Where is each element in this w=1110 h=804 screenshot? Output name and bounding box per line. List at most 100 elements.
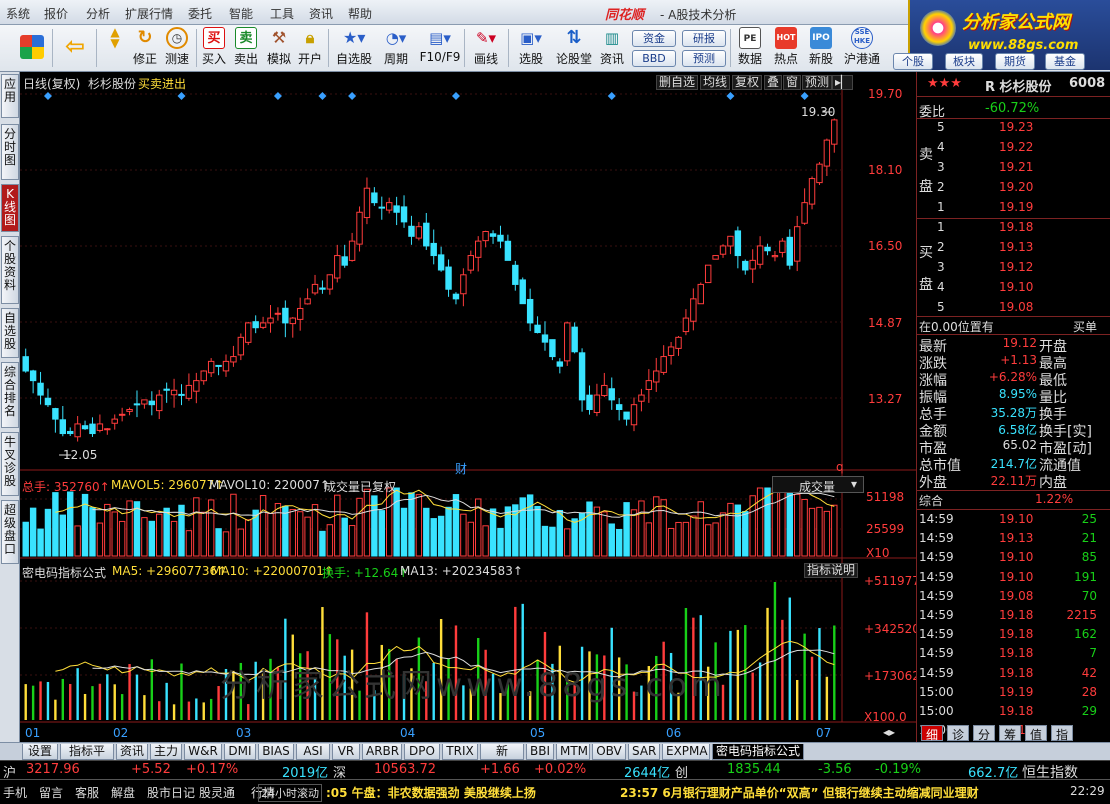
status-link[interactable]: 股灵通 bbox=[199, 784, 235, 801]
buy-level-price[interactable]: 19.12 bbox=[999, 260, 1033, 274]
menu-tools[interactable]: 工具 bbox=[270, 5, 294, 22]
updown-button[interactable]: ▲ ▼ bbox=[104, 26, 126, 70]
fund-flow-button[interactable]: 资金 bbox=[632, 30, 676, 47]
finance-marker[interactable]: 财 bbox=[455, 460, 467, 477]
forecast-button[interactable]: 预测 bbox=[682, 50, 726, 67]
buy-level-price[interactable]: 19.13 bbox=[999, 240, 1033, 254]
menu-ext-market[interactable]: 扩展行情 bbox=[125, 5, 173, 22]
sell-level-price[interactable]: 19.21 bbox=[999, 160, 1033, 174]
buy-level-price[interactable]: 19.10 bbox=[999, 280, 1033, 294]
menu-analysis[interactable]: 分析 bbox=[86, 5, 110, 22]
indicator-tab[interactable]: 设置 bbox=[22, 744, 58, 760]
indicator-tab[interactable]: SAR bbox=[628, 744, 660, 760]
indicator-tab[interactable]: DMI bbox=[224, 744, 256, 760]
buy-level-price[interactable]: 19.08 bbox=[999, 300, 1033, 314]
tab-apps-label: 应用 bbox=[3, 77, 16, 104]
menu-trade[interactable]: 委托 bbox=[188, 5, 212, 22]
f10-button[interactable]: ▤▾ F10/F9 bbox=[418, 27, 462, 70]
quote-tab[interactable]: 筹 bbox=[999, 725, 1021, 742]
status-link[interactable]: 客服 bbox=[75, 784, 99, 801]
kline-chart-panel[interactable]: 日线(复权) 杉杉股份 买卖进出 删自选 均线 复权 叠 窗 预测 ▸▏ 19.… bbox=[20, 72, 920, 742]
bbd-button[interactable]: BBD bbox=[632, 50, 676, 67]
tab-super-panel[interactable]: 超级盘口 bbox=[1, 500, 19, 564]
sell-button[interactable]: 卖 卖出 bbox=[232, 27, 260, 70]
indicator-tab[interactable]: ARBR bbox=[362, 744, 402, 760]
fund-tab-button[interactable]: 基金 bbox=[1045, 53, 1085, 70]
news-ticker-2[interactable]: 23:57 6月银行理财产品单价“双高” 但银行继续主动缩减同业理财 bbox=[620, 784, 979, 801]
status-link[interactable]: 手机 bbox=[3, 784, 27, 801]
futures-tab-button[interactable]: 期货 bbox=[995, 53, 1035, 70]
watchlist-button[interactable]: ★▾ 自选股 bbox=[334, 27, 374, 70]
forum-label: 论股堂 bbox=[556, 52, 593, 66]
simulate-button[interactable]: ⚒ 模拟 bbox=[264, 27, 294, 70]
menu-system[interactable]: 系统 bbox=[6, 5, 30, 22]
buy-button[interactable]: 买 买入 bbox=[200, 27, 228, 70]
stock-tab-button[interactable]: 个股 bbox=[893, 53, 933, 70]
status-link[interactable]: 留言 bbox=[39, 784, 63, 801]
sh-index-change: +5.52 bbox=[131, 762, 171, 777]
hk-connect-button[interactable]: SSE HKE 沪港通 bbox=[840, 27, 884, 70]
quote-tab[interactable]: 细 bbox=[921, 725, 943, 742]
indicator-tab[interactable]: ASI bbox=[296, 744, 330, 760]
speed-test-button[interactable]: ◷ 测速 bbox=[162, 27, 192, 70]
layout-button[interactable] bbox=[18, 27, 46, 70]
menu-help[interactable]: 帮助 bbox=[348, 5, 372, 22]
correct-button[interactable]: ↻ 修正 bbox=[130, 27, 160, 70]
news-ticker-1[interactable]: :05 午盘：非农数据强劲 美股继续上扬 bbox=[326, 784, 536, 801]
research-button[interactable]: 研报 bbox=[682, 30, 726, 47]
sell-level-price[interactable]: 19.22 bbox=[999, 140, 1033, 154]
menu-quote[interactable]: 报价 bbox=[44, 5, 68, 22]
back-button[interactable]: ⇦ bbox=[62, 27, 88, 70]
volume-indicator-select[interactable]: 成交量 ▾ bbox=[772, 476, 864, 494]
volume-bar bbox=[534, 505, 541, 557]
quote-tab[interactable]: 指 bbox=[1051, 725, 1073, 742]
menu-smart[interactable]: 智能 bbox=[229, 5, 253, 22]
open-account-button[interactable]: 🔒︎ 开户 bbox=[296, 27, 324, 70]
hotspot-button[interactable]: HOT 热点 bbox=[770, 27, 802, 70]
sell-level-price[interactable]: 19.19 bbox=[999, 200, 1033, 214]
indicator-tab[interactable]: W&R bbox=[184, 744, 222, 760]
indicator-tab[interactable]: EXPMA bbox=[662, 744, 710, 760]
quote-tab[interactable]: 值 bbox=[1025, 725, 1047, 742]
indicator-tab[interactable]: VR bbox=[332, 744, 360, 760]
sell-level-price[interactable]: 19.20 bbox=[999, 180, 1033, 194]
indicator-tab[interactable]: 密电码指标公式 bbox=[712, 744, 804, 760]
news-button[interactable]: ▥ 资讯 bbox=[598, 27, 626, 70]
sector-tab-button[interactable]: 板块 bbox=[945, 53, 983, 70]
tab-kline[interactable]: K线图 bbox=[1, 184, 19, 232]
indicator-tab[interactable]: 新DMA bbox=[480, 744, 524, 773]
tab-apps[interactable]: 应用 bbox=[1, 74, 19, 118]
news-roll-label[interactable]: 24小时滚动 bbox=[258, 784, 322, 802]
indicator-tab[interactable]: TRIX bbox=[442, 744, 478, 760]
indicator-tab[interactable]: 资讯 bbox=[116, 744, 148, 760]
period-button[interactable]: ◔▾ 周期 bbox=[378, 27, 414, 70]
indicator-tab[interactable]: DPO bbox=[404, 744, 440, 760]
data-button[interactable]: PE 数据 bbox=[736, 27, 764, 70]
tab-diagnosis[interactable]: 牛叉诊股 bbox=[1, 432, 19, 496]
volume-bar bbox=[408, 492, 415, 557]
quote-tab[interactable]: 诊 bbox=[947, 725, 969, 742]
indicator-tab[interactable]: 指标平台 bbox=[60, 744, 114, 773]
tab-scroll-arrows[interactable]: ◂▸ bbox=[883, 725, 895, 739]
buy-level-price[interactable]: 19.18 bbox=[999, 220, 1033, 234]
indicator-tab[interactable]: MTM bbox=[556, 744, 590, 760]
quote-tab[interactable]: 分 bbox=[973, 725, 995, 742]
indicator-tab[interactable]: BBI bbox=[526, 744, 554, 760]
forum-button[interactable]: ⇅ 论股堂 bbox=[556, 27, 592, 70]
indicator-tab[interactable]: 主力 bbox=[150, 744, 182, 760]
status-link[interactable]: 解盘 bbox=[111, 784, 135, 801]
tab-timeshare[interactable]: 分时图 bbox=[1, 124, 19, 180]
indicator-tab[interactable]: BIAS bbox=[258, 744, 294, 760]
composite-label: 综合 bbox=[919, 494, 944, 508]
tab-stock-profile[interactable]: 个股资料 bbox=[1, 236, 19, 304]
stock-picker-button[interactable]: ▣▾ 选股 bbox=[512, 27, 550, 70]
indicator-tab[interactable]: OBV bbox=[592, 744, 626, 760]
sell-level-price[interactable]: 19.23 bbox=[999, 120, 1033, 134]
ipo-button[interactable]: IPO 新股 bbox=[806, 27, 836, 70]
indicator-help-button[interactable]: 指标说明 bbox=[804, 563, 859, 578]
status-link[interactable]: 股市日记 bbox=[147, 784, 195, 801]
tab-watchlist[interactable]: 自选股 bbox=[1, 308, 19, 358]
tab-ranking[interactable]: 综合排名 bbox=[1, 362, 19, 428]
menu-news[interactable]: 资讯 bbox=[309, 5, 333, 22]
draw-line-button[interactable]: ✎▾ 画线 bbox=[468, 27, 504, 70]
